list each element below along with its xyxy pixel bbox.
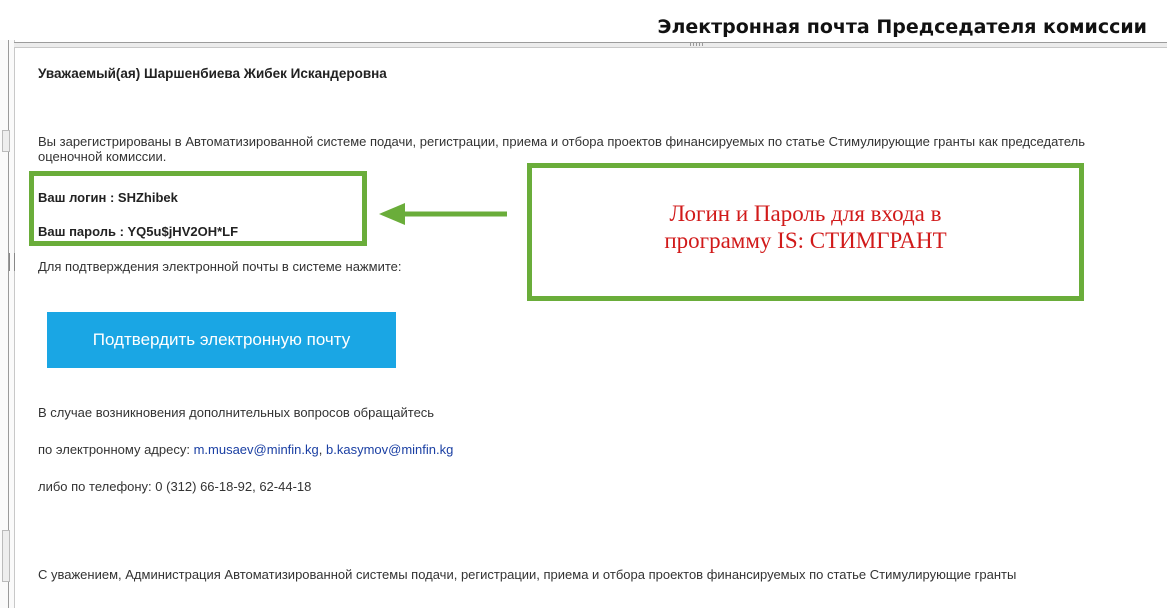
- closing-signature: С уважением, Администрация Автоматизиров…: [38, 567, 1017, 582]
- email-separator: ,: [318, 442, 326, 457]
- ruler-line: [8, 40, 9, 608]
- resize-handle[interactable]: [9, 253, 15, 271]
- confirm-email-button[interactable]: Подтвердить электронную почту: [47, 312, 396, 368]
- credentials-highlight-box: [29, 171, 367, 246]
- resize-grip[interactable]: [690, 43, 704, 46]
- document-heading: Электронная почта Председателя комиссии: [657, 16, 1148, 38]
- arrow-left-icon: [379, 203, 507, 225]
- callout-line-1: Логин и Пароль для входа в: [669, 201, 942, 226]
- confirm-prompt: Для подтверждения электронной почты в си…: [38, 259, 402, 274]
- email-link-kasymov[interactable]: b.kasymov@minfin.kg: [326, 442, 453, 457]
- contact-emails: по электронному адресу: m.musaev@minfin.…: [38, 442, 453, 457]
- ruler-marker: [2, 530, 10, 582]
- callout-line-2: программу IS: СТИМГРАНТ: [664, 228, 947, 253]
- ruler-marker: [2, 130, 10, 152]
- help-text: В случае возникновения дополнительных во…: [38, 405, 435, 420]
- top-frame-border: [14, 42, 1167, 48]
- callout-text: Логин и Пароль для входа в программу IS:…: [664, 200, 946, 254]
- left-margin-ruler: [0, 40, 15, 608]
- annotation-callout: Логин и Пароль для входа в программу IS:…: [527, 163, 1084, 301]
- intro-text: Вы зарегистрированы в Автоматизированной…: [38, 134, 1085, 164]
- phone-line: либо по телефону: 0 (312) 66-18-92, 62-4…: [38, 479, 312, 494]
- greeting: Уважаемый(ая) Шаршенбиева Жибек Искандер…: [38, 66, 387, 81]
- contact-emails-label: по электронному адресу:: [38, 442, 194, 457]
- email-link-musaev[interactable]: m.musaev@minfin.kg: [194, 442, 319, 457]
